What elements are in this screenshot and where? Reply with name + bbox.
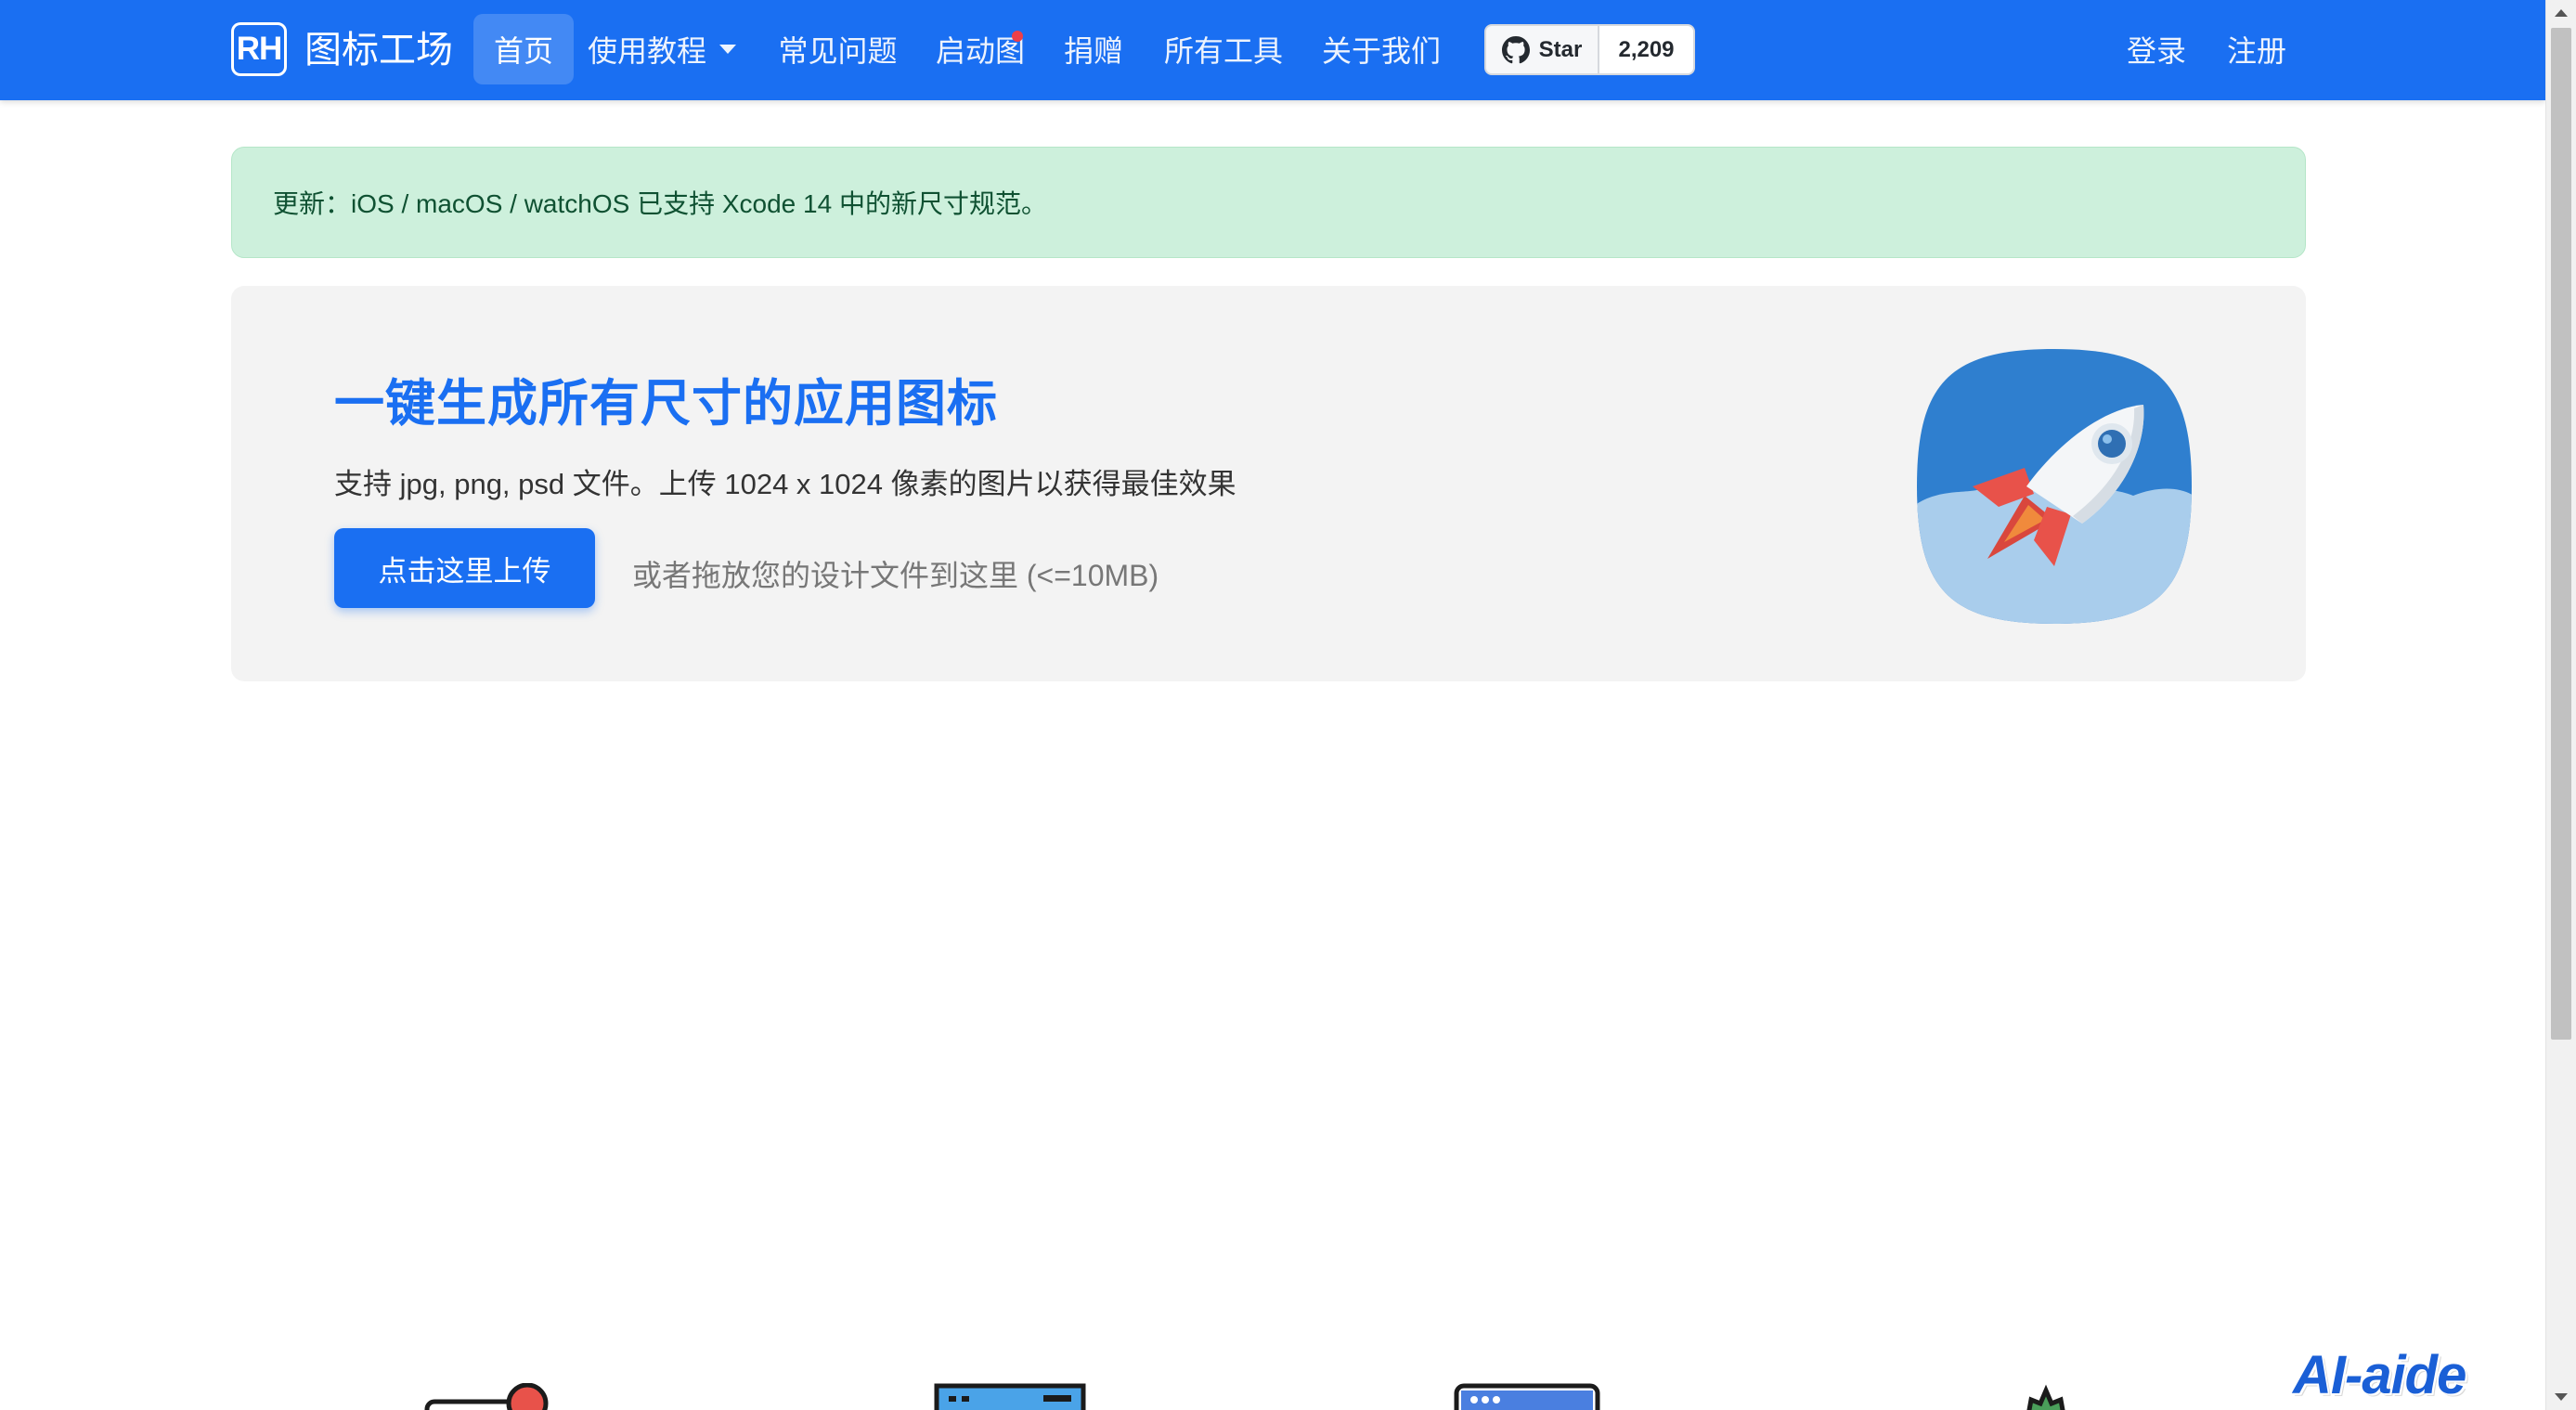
- update-alert-text: 更新：iOS / macOS / watchOS 已支持 Xcode 14 中的…: [273, 189, 1047, 218]
- login-link[interactable]: 登录: [2115, 14, 2198, 84]
- nav-faq[interactable]: 常见问题: [770, 14, 905, 84]
- scroll-down-arrow-icon[interactable]: [2555, 1393, 2568, 1401]
- scroll-up-arrow-icon[interactable]: [2555, 9, 2568, 17]
- brand-logo[interactable]: RH: [231, 22, 287, 76]
- register-link[interactable]: 注册: [2215, 14, 2298, 84]
- brand-name[interactable]: 图标工场: [304, 26, 453, 74]
- feature-browser-icon: [934, 1383, 1086, 1410]
- github-icon: [1501, 35, 1530, 63]
- register-label: 注册: [2226, 34, 2286, 68]
- vertical-scrollbar[interactable]: [2545, 0, 2576, 1410]
- nav-donate-label: 捐赠: [1063, 34, 1123, 68]
- hero-title: 一键生成所有尺寸的应用图标: [334, 376, 998, 432]
- nav-donate[interactable]: 捐赠: [1058, 14, 1129, 84]
- nav-home[interactable]: 首页: [473, 14, 574, 84]
- login-label: 登录: [2126, 34, 2186, 68]
- upload-button[interactable]: 点击这里上传: [334, 528, 595, 608]
- feature-notification-icon: [424, 1383, 549, 1410]
- rocket-icon: [1917, 349, 2192, 624]
- drop-hint: 或者拖放您的设计文件到这里 (<=10MB): [632, 559, 1159, 592]
- github-star-button[interactable]: Star: [1484, 24, 1599, 75]
- nav-faq-label: 常见问题: [778, 34, 898, 68]
- scrollbar-thumb[interactable]: [2551, 28, 2571, 1040]
- top-navbar: RH 图标工场 首页 使用教程 常见问题 启动图 捐赠 所有工具 关于我们 St…: [0, 0, 2545, 100]
- github-star-count[interactable]: 2,209: [1599, 24, 1695, 75]
- upload-hero[interactable]: 一键生成所有尺寸的应用图标 支持 jpg, png, psd 文件。上传 102…: [231, 286, 2306, 681]
- github-star-widget: Star 2,209: [1484, 24, 1695, 75]
- watermark-logo: AI-aide: [2293, 1345, 2466, 1405]
- hero-description: 支持 jpg, png, psd 文件。上传 1024 x 1024 像素的图片…: [334, 468, 1236, 500]
- feature-window-icon: [1454, 1383, 1600, 1410]
- nav-tutorials-dropdown[interactable]: 使用教程: [583, 14, 741, 84]
- nav-tutorials-label: 使用教程: [587, 34, 706, 68]
- feature-gear-icon: [2026, 1384, 2065, 1410]
- update-alert: 更新：iOS / macOS / watchOS 已支持 Xcode 14 中的…: [231, 147, 2306, 258]
- notification-dot: [1012, 31, 1023, 42]
- nav-launch-image[interactable]: 启动图: [928, 14, 1032, 84]
- nav-all-tools-label: 所有工具: [1163, 34, 1283, 68]
- nav-about-label: 关于我们: [1321, 34, 1441, 68]
- nav-about[interactable]: 关于我们: [1316, 14, 1446, 84]
- github-star-label: Star: [1538, 36, 1583, 62]
- page: RH 图标工场 首页 使用教程 常见问题 启动图 捐赠 所有工具 关于我们 St…: [0, 0, 2545, 1410]
- nav-home-label: 首页: [493, 34, 553, 68]
- chevron-down-icon: [719, 45, 736, 54]
- nav-all-tools[interactable]: 所有工具: [1159, 14, 1288, 84]
